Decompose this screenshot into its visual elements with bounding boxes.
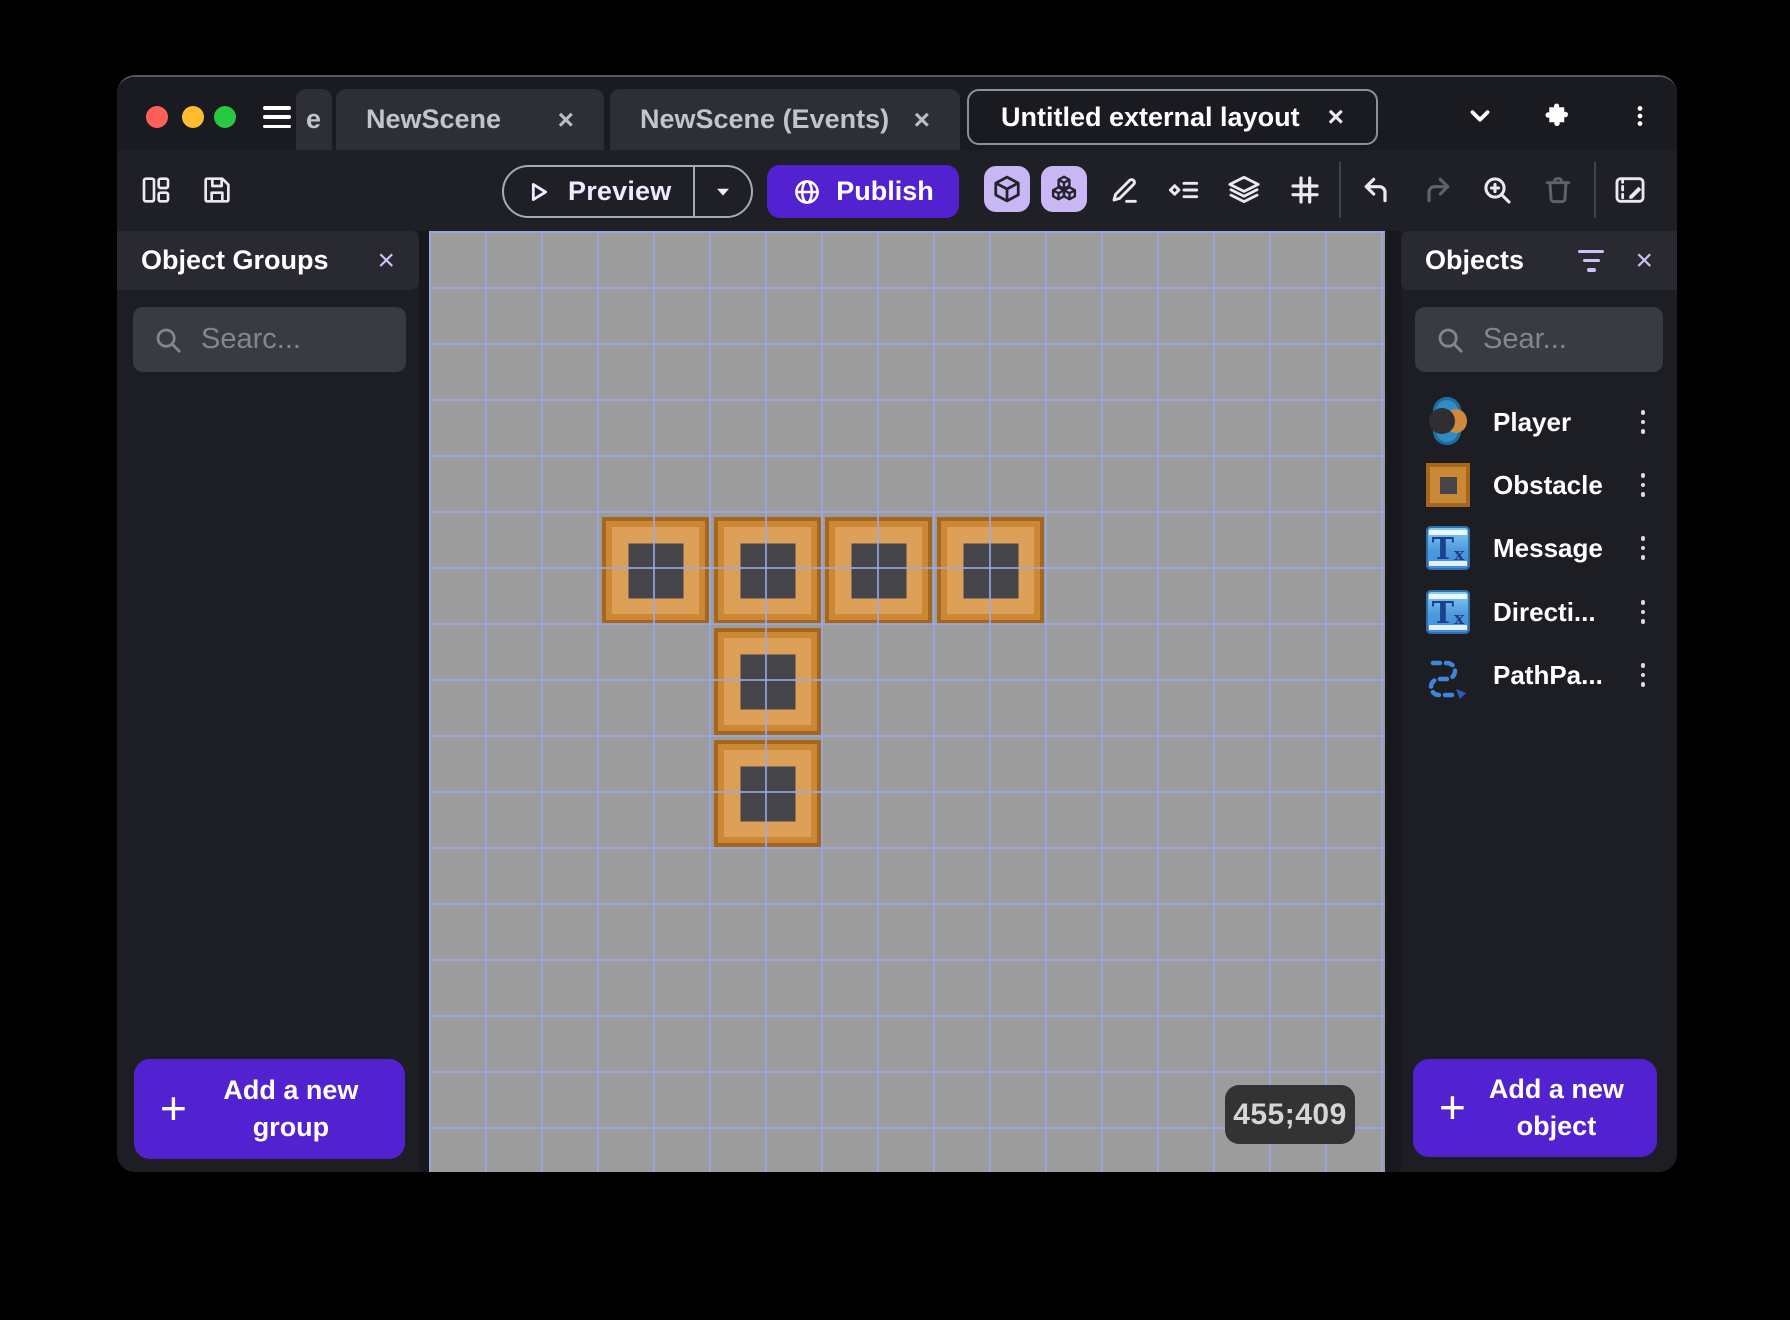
objects-panel: Objects × Player — [1401, 231, 1677, 1172]
extensions-puzzle-icon[interactable] — [1540, 99, 1576, 133]
cursor-coordinates-badge: 455;409 — [1225, 1085, 1355, 1144]
tab-label: e — [306, 104, 322, 134]
app-window: e NewScene × NewScene (Events) × Untitle… — [117, 75, 1677, 1172]
kebab-menu-icon[interactable] — [1640, 410, 1645, 434]
publish-label: Publish — [836, 176, 934, 206]
plus-icon: + — [1439, 1081, 1466, 1134]
object-label: Player — [1493, 406, 1572, 437]
object-row-player[interactable]: Player — [1401, 394, 1677, 450]
tab-partial[interactable]: e — [296, 89, 332, 150]
edit-scene-properties-icon[interactable] — [1608, 168, 1652, 212]
tab-label: NewScene — [366, 104, 502, 134]
play-icon — [524, 178, 552, 206]
preview-button[interactable]: Preview — [502, 165, 753, 218]
kebab-menu-icon[interactable] — [1640, 473, 1645, 497]
panel-title: Objects — [1425, 245, 1525, 275]
object-groups-panel: Object Groups × + Add a new group — [117, 231, 419, 1172]
object-row-obstacle[interactable]: Obstacle — [1401, 457, 1677, 513]
close-icon[interactable]: × — [1629, 244, 1659, 278]
preview-label: Preview — [568, 176, 672, 206]
globe-icon — [792, 177, 822, 207]
caret-down-icon[interactable] — [712, 181, 734, 203]
tab-newscene-events[interactable]: NewScene (Events) × — [610, 89, 960, 150]
panel-title: Object Groups — [141, 245, 329, 275]
obstacle-icon — [1425, 459, 1471, 511]
object-groups-header: Object Groups × — [117, 231, 419, 290]
more-options-icon[interactable] — [1622, 99, 1658, 133]
kebab-menu-icon[interactable] — [1640, 536, 1645, 560]
add-object-label-line2: object — [1516, 1111, 1597, 1141]
add-object-label-line1: Add a new — [1488, 1074, 1624, 1104]
divider — [693, 167, 696, 216]
objects-header: Objects × — [1401, 231, 1677, 290]
plus-icon: + — [160, 1082, 187, 1135]
close-icon[interactable]: × — [908, 105, 936, 134]
obstacle-instance[interactable] — [602, 517, 709, 624]
multi-cube-view-toggle[interactable] — [1041, 166, 1087, 212]
zoom-in-icon[interactable] — [1475, 168, 1519, 212]
search-input[interactable] — [1483, 323, 1632, 356]
layers-icon[interactable] — [1222, 168, 1266, 212]
scene-canvas[interactable]: 455;409 — [429, 231, 1385, 1172]
instances-list-icon[interactable] — [1162, 168, 1206, 212]
undo-icon[interactable] — [1355, 168, 1399, 212]
screenshot-stage: e NewScene × NewScene (Events) × Untitle… — [0, 0, 1790, 1320]
object-row-directions[interactable]: Tx Directi... — [1401, 584, 1677, 640]
pencil-edit-icon[interactable] — [1102, 168, 1146, 212]
tab-untitled-external-layout[interactable]: Untitled external layout × — [967, 89, 1378, 145]
grid-icon[interactable] — [1283, 168, 1327, 212]
obstacle-instance[interactable] — [714, 628, 821, 735]
publish-button[interactable]: Publish — [767, 165, 959, 218]
objects-search[interactable] — [1415, 307, 1663, 372]
obstacle-instance[interactable] — [937, 517, 1044, 624]
text-object-icon: Tx — [1425, 586, 1471, 638]
save-icon[interactable] — [195, 168, 239, 212]
path-icon — [1425, 649, 1471, 701]
tab-newscene[interactable]: NewScene × — [336, 89, 604, 150]
obstacle-instance[interactable] — [714, 517, 821, 624]
object-label: PathPa... — [1493, 659, 1603, 690]
search-input[interactable] — [201, 323, 365, 356]
kebab-menu-icon[interactable] — [1640, 600, 1645, 624]
chevron-down-icon[interactable] — [1462, 99, 1498, 133]
search-icon — [1438, 328, 1463, 353]
close-icon[interactable]: × — [1322, 103, 1350, 131]
object-label: Message — [1493, 532, 1603, 563]
redo-icon[interactable] — [1415, 168, 1459, 212]
toolbar: Preview Publish — [117, 150, 1677, 231]
text-object-icon: Tx — [1425, 522, 1471, 574]
titlebar: e NewScene × NewScene (Events) × Untitle… — [117, 77, 1677, 150]
add-group-label-line1: Add a new — [223, 1075, 359, 1105]
tile-layer — [429, 231, 1385, 1172]
add-group-label-line2: group — [252, 1112, 330, 1142]
object-row-pathpath[interactable]: PathPa... — [1401, 647, 1677, 703]
window-minimize-button[interactable] — [182, 106, 204, 128]
window-close-button[interactable] — [146, 106, 168, 128]
hamburger-menu-icon[interactable] — [263, 106, 291, 128]
object-row-message[interactable]: Tx Message — [1401, 520, 1677, 576]
window-zoom-button[interactable] — [214, 106, 236, 128]
obstacle-instance[interactable] — [825, 517, 932, 624]
filter-icon[interactable] — [1577, 249, 1605, 272]
close-icon[interactable]: × — [552, 105, 580, 134]
divider — [1594, 162, 1596, 218]
tab-label: NewScene (Events) — [640, 104, 890, 134]
tab-label: Untitled external layout — [1001, 101, 1300, 132]
add-object-button[interactable]: + Add a new object — [1413, 1059, 1657, 1157]
panels-layout-icon[interactable] — [134, 168, 178, 212]
object-label: Directi... — [1493, 596, 1596, 627]
divider — [1339, 162, 1341, 218]
obstacle-instance[interactable] — [714, 740, 821, 847]
player-icon — [1425, 396, 1471, 448]
kebab-menu-icon[interactable] — [1640, 663, 1645, 687]
close-icon[interactable]: × — [371, 244, 401, 278]
single-cube-view-toggle[interactable] — [984, 166, 1030, 212]
object-label: Obstacle — [1493, 469, 1603, 500]
trash-icon[interactable] — [1536, 168, 1580, 212]
content-area: Object Groups × + Add a new group — [117, 231, 1677, 1172]
add-group-button[interactable]: + Add a new group — [134, 1059, 405, 1159]
object-groups-search[interactable] — [133, 307, 406, 372]
search-icon — [156, 328, 181, 353]
